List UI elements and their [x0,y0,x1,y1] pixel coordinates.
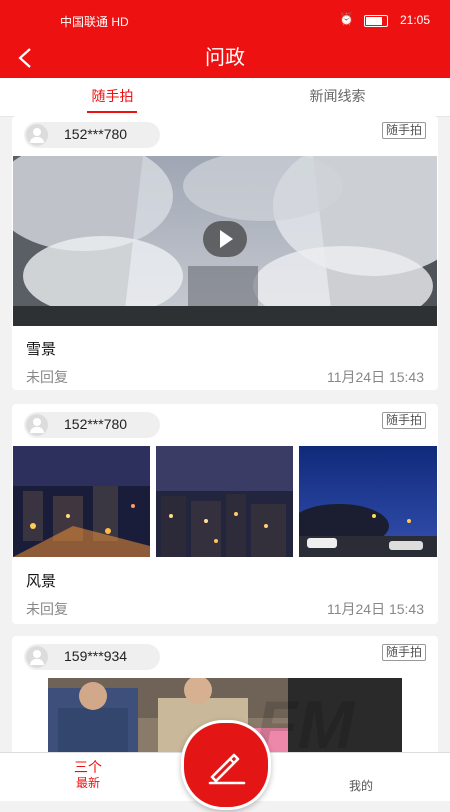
category-tag: 随手拍 [381,644,426,661]
user-pill: 152***780 [24,412,160,438]
tab-label: 新闻线索 [309,88,366,104]
play-icon [220,230,233,248]
category-tag: 随手拍 [381,122,426,139]
user-phone: 152***780 [64,416,128,432]
user-pill: 152***780 [24,122,160,148]
user-pill: 159***934 [24,644,160,670]
tab-label: 随手拍 [91,88,134,104]
nav-mine[interactable]: 我的 [333,777,389,794]
post-caption: 风景 [26,573,57,590]
post-date: 11月24日 15:43 [326,369,424,385]
status-bar: 中国联通 HD ⏰ 21:05 [0,0,450,40]
user-phone: 152***780 [64,126,128,142]
category-tag: 随手拍 [381,412,426,429]
post-image-3[interactable] [299,446,437,557]
post-image-1[interactable] [13,446,150,557]
tab-bar: 随手拍 新闻线索 [0,78,450,117]
alarm-icon: ⏰ [339,12,354,26]
post-date: 11月24日 15:43 [326,601,424,617]
page-title: 问政 [205,47,245,69]
latest-icon: 三个 [74,759,102,775]
post-image-2[interactable] [156,446,293,557]
nav-latest[interactable]: 三个 最新 [60,759,116,791]
post-feed[interactable]: 152***780 随手拍 雪景 未回复 11月24日 15:43 152***… [0,116,450,752]
post-card[interactable]: 152***780 随手拍 [12,116,438,390]
pencil-icon [208,753,246,785]
carrier-label: 中国联通 HD [60,15,129,29]
battery-icon [364,15,388,27]
compose-post-button[interactable] [181,720,271,810]
reply-status: 未回复 [26,601,68,617]
user-phone: 159***934 [64,648,128,664]
clock-time: 21:05 [399,13,430,27]
avatar-icon [26,414,48,436]
post-card[interactable]: 152***780 随手拍 [12,404,438,624]
nav-mine-label: 我的 [348,779,373,793]
reply-status: 未回复 [26,369,68,385]
tab-news-tips[interactable]: 新闻线索 [225,78,450,116]
nav-latest-label: 最新 [75,776,100,790]
avatar-icon [26,124,48,146]
play-button[interactable] [203,221,247,257]
active-tab-indicator [87,111,137,113]
post-video-thumbnail[interactable] [13,156,437,326]
app-header: 中国联通 HD ⏰ 21:05 问政 [0,0,450,78]
post-caption: 雪景 [26,341,57,358]
avatar-icon [26,646,48,668]
tab-casual-snap[interactable]: 随手拍 [0,78,225,116]
